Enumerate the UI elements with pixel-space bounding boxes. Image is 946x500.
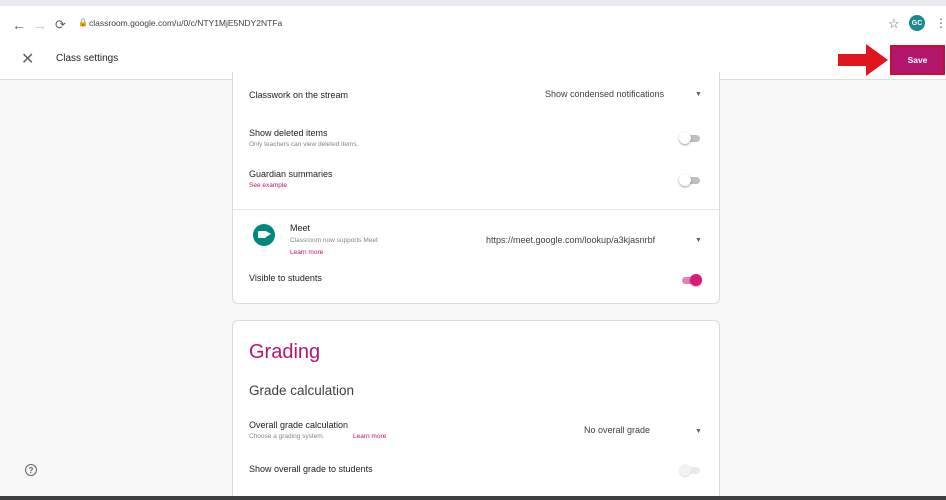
browser-toolbar: ← → ⟳ 🔒 classroom.google.com/u/0/c/NTY1M… <box>0 0 946 38</box>
forward-arrow-icon[interactable]: → <box>33 18 47 32</box>
bookmark-star-icon[interactable]: ☆ <box>888 16 900 32</box>
red-arrow-icon <box>838 44 888 76</box>
deleted-items-toggle[interactable] <box>679 132 701 144</box>
classwork-stream-dropdown[interactable]: Show condensed notifications <box>545 89 664 99</box>
general-settings-card: Classwork on the stream Show condensed n… <box>232 72 720 304</box>
address-bar[interactable]: classroom.google.com/u/0/c/NTY1MjE5NDY2N… <box>89 18 282 28</box>
close-icon[interactable]: ✕ <box>21 49 34 69</box>
meet-link-dropdown[interactable]: https://meet.google.com/lookup/a3kjasnrb… <box>486 235 655 245</box>
grading-card: Grading Grade calculation Overall grade … <box>232 320 720 500</box>
meet-sublabel: Classroom now supports Meet <box>290 237 378 244</box>
chevron-down-icon[interactable]: ▼ <box>695 237 702 244</box>
show-overall-grade-toggle[interactable] <box>679 464 701 476</box>
see-example-link[interactable]: See example <box>249 182 287 189</box>
show-overall-grade-label: Show overall grade to students <box>249 464 373 474</box>
reload-icon[interactable]: ⟳ <box>55 18 66 32</box>
divider <box>233 209 719 210</box>
visible-to-students-toggle[interactable] <box>679 274 702 286</box>
back-arrow-icon[interactable]: ← <box>12 18 26 32</box>
deleted-items-label: Show deleted items <box>249 128 328 138</box>
taskbar-edge <box>0 496 946 500</box>
meet-icon <box>253 224 275 246</box>
grading-learn-more-link[interactable]: Learn more <box>353 433 386 440</box>
meet-learn-more-link[interactable]: Learn more <box>290 249 323 256</box>
browser-menu-icon[interactable]: ⋮ <box>935 16 946 30</box>
guardian-summaries-label: Guardian summaries <box>249 169 333 179</box>
classwork-stream-label: Classwork on the stream <box>249 90 349 100</box>
save-button[interactable]: Save <box>890 45 945 75</box>
lock-icon: 🔒 <box>78 18 88 27</box>
chevron-down-icon[interactable]: ▼ <box>695 91 702 98</box>
overall-grade-sublabel: Choose a grading system. <box>249 433 325 440</box>
page-title: Class settings <box>56 53 119 64</box>
meet-label: Meet <box>290 223 311 233</box>
grade-calculation-heading: Grade calculation <box>249 383 355 398</box>
overall-grade-label: Overall grade calculation <box>249 420 349 430</box>
profile-avatar[interactable]: GC <box>909 15 925 31</box>
guardian-summaries-toggle[interactable] <box>679 174 701 186</box>
deleted-items-sublabel: Only teachers can view deleted items. <box>249 141 359 148</box>
visible-to-students-label: Visible to students <box>249 273 322 283</box>
chevron-down-icon[interactable]: ▼ <box>695 428 702 435</box>
overall-grade-dropdown[interactable]: No overall grade <box>584 425 650 435</box>
help-icon[interactable]: ? <box>25 464 37 476</box>
grading-heading: Grading <box>249 341 321 363</box>
